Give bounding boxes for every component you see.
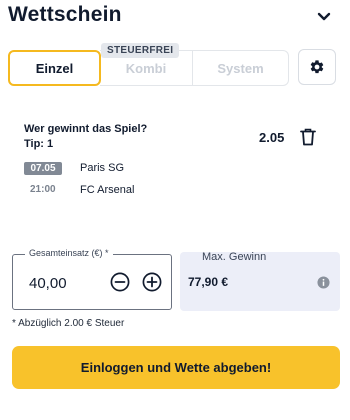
match-date: 07.05: [24, 162, 62, 175]
match-time: 21:00: [30, 184, 56, 195]
tax-note: * Abzüglich 2.00 € Steuer: [12, 318, 125, 329]
match-home-row: 07.05 Paris SG: [24, 162, 324, 176]
info-icon[interactable]: [317, 276, 330, 289]
betslip-header: Wettschein: [0, 0, 350, 34]
bet-selection: Wer gewinnt das Spiel? Tip: 1 2.05 07.05…: [24, 122, 324, 196]
login-and-bet-button[interactable]: Einloggen und Wette abgeben!: [12, 346, 340, 389]
home-team: Paris SG: [80, 162, 125, 174]
trash-icon[interactable]: [300, 128, 316, 146]
plus-icon[interactable]: [142, 272, 162, 292]
chevron-down-icon[interactable]: [314, 6, 334, 26]
tab-einzel[interactable]: Einzel: [8, 50, 101, 86]
tab-system[interactable]: System: [193, 50, 289, 86]
match-away-row: 21:00 FC Arsenal: [24, 184, 324, 198]
max-win-value: 77,90 €: [188, 275, 229, 289]
stake-label: Gesamteinsatz (€) *: [25, 248, 113, 258]
away-team: FC Arsenal: [80, 184, 135, 196]
gear-icon: [310, 60, 324, 74]
max-win-box: Max. Gewinn 77,90 €: [180, 251, 340, 311]
betslip-title: Wettschein: [8, 3, 122, 26]
stake-field[interactable]: Gesamteinsatz (€) * 40,00: [12, 248, 172, 310]
settings-button[interactable]: [298, 49, 336, 85]
bet-odds: 2.05: [259, 130, 285, 145]
minus-icon[interactable]: [110, 272, 130, 292]
steuerfrei-badge: STEUERFREI: [101, 43, 180, 58]
stake-value[interactable]: 40,00: [29, 275, 67, 292]
max-win-label: Max. Gewinn: [202, 251, 267, 263]
